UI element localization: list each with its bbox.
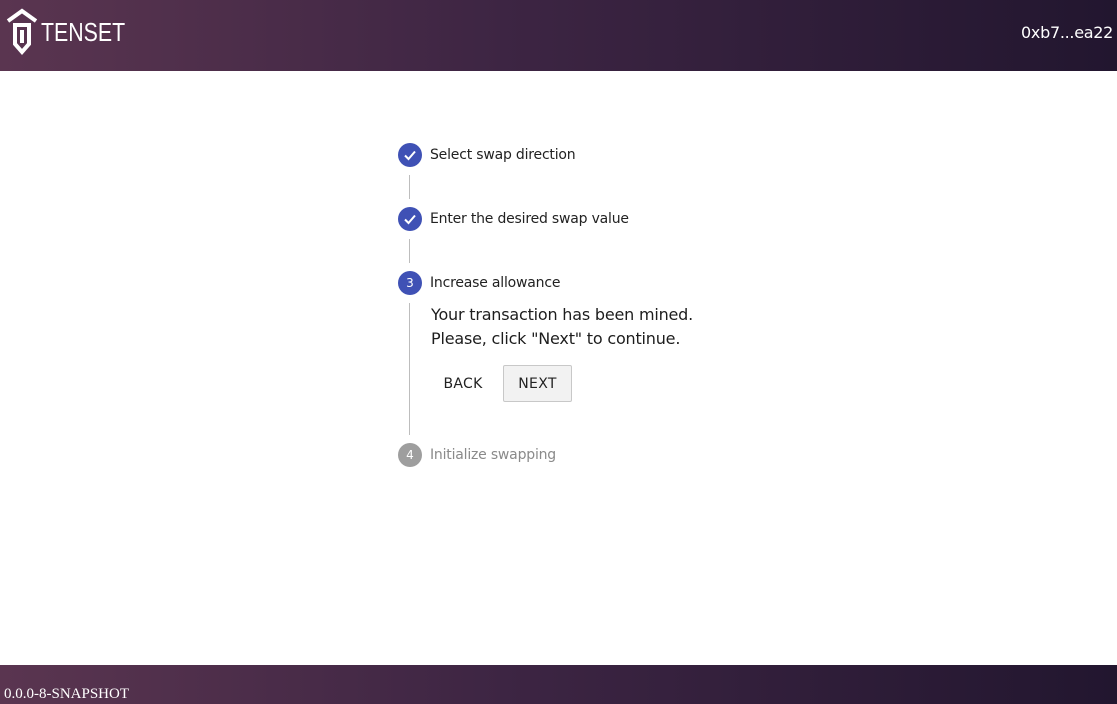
wallet-address[interactable]: 0xb7...ea22 — [1021, 23, 1113, 42]
app-footer: 0.0.0-8-SNAPSHOT — [0, 665, 1117, 704]
back-button[interactable]: BACK — [431, 366, 495, 402]
step-connector — [409, 303, 410, 435]
step-actions: BACK NEXT — [431, 365, 572, 402]
step-number: 4 — [398, 443, 422, 467]
step-increase-allowance[interactable]: 3 Increase allowance — [398, 271, 560, 295]
tenset-logo-icon — [5, 8, 39, 56]
step-select-swap-direction[interactable]: Select swap direction — [398, 143, 576, 167]
step-label: Initialize swapping — [430, 447, 556, 463]
step-label: Select swap direction — [430, 147, 576, 163]
version-label: 0.0.0-8-SNAPSHOT — [4, 686, 130, 702]
app-header: TENSET 0xb7...ea22 — [0, 0, 1117, 71]
step-initialize-swapping[interactable]: 4 Initialize swapping — [398, 443, 556, 467]
step-enter-swap-value[interactable]: Enter the desired swap value — [398, 207, 629, 231]
tenset-logo[interactable]: TENSET — [5, 7, 144, 57]
check-icon — [398, 207, 422, 231]
step-label: Enter the desired swap value — [430, 211, 629, 227]
step-label: Increase allowance — [430, 275, 561, 291]
status-message-line1: Your transaction has been mined. — [431, 305, 694, 324]
step-connector — [409, 175, 410, 199]
check-icon — [398, 143, 422, 167]
step-connector — [409, 239, 410, 263]
step-content: Your transaction has been mined. Please,… — [431, 303, 694, 402]
next-button[interactable]: NEXT — [503, 365, 572, 402]
step-number: 3 — [398, 271, 422, 295]
status-message-line2: Please, click "Next" to continue. — [431, 329, 681, 348]
logo-text: TENSET — [41, 16, 126, 47]
